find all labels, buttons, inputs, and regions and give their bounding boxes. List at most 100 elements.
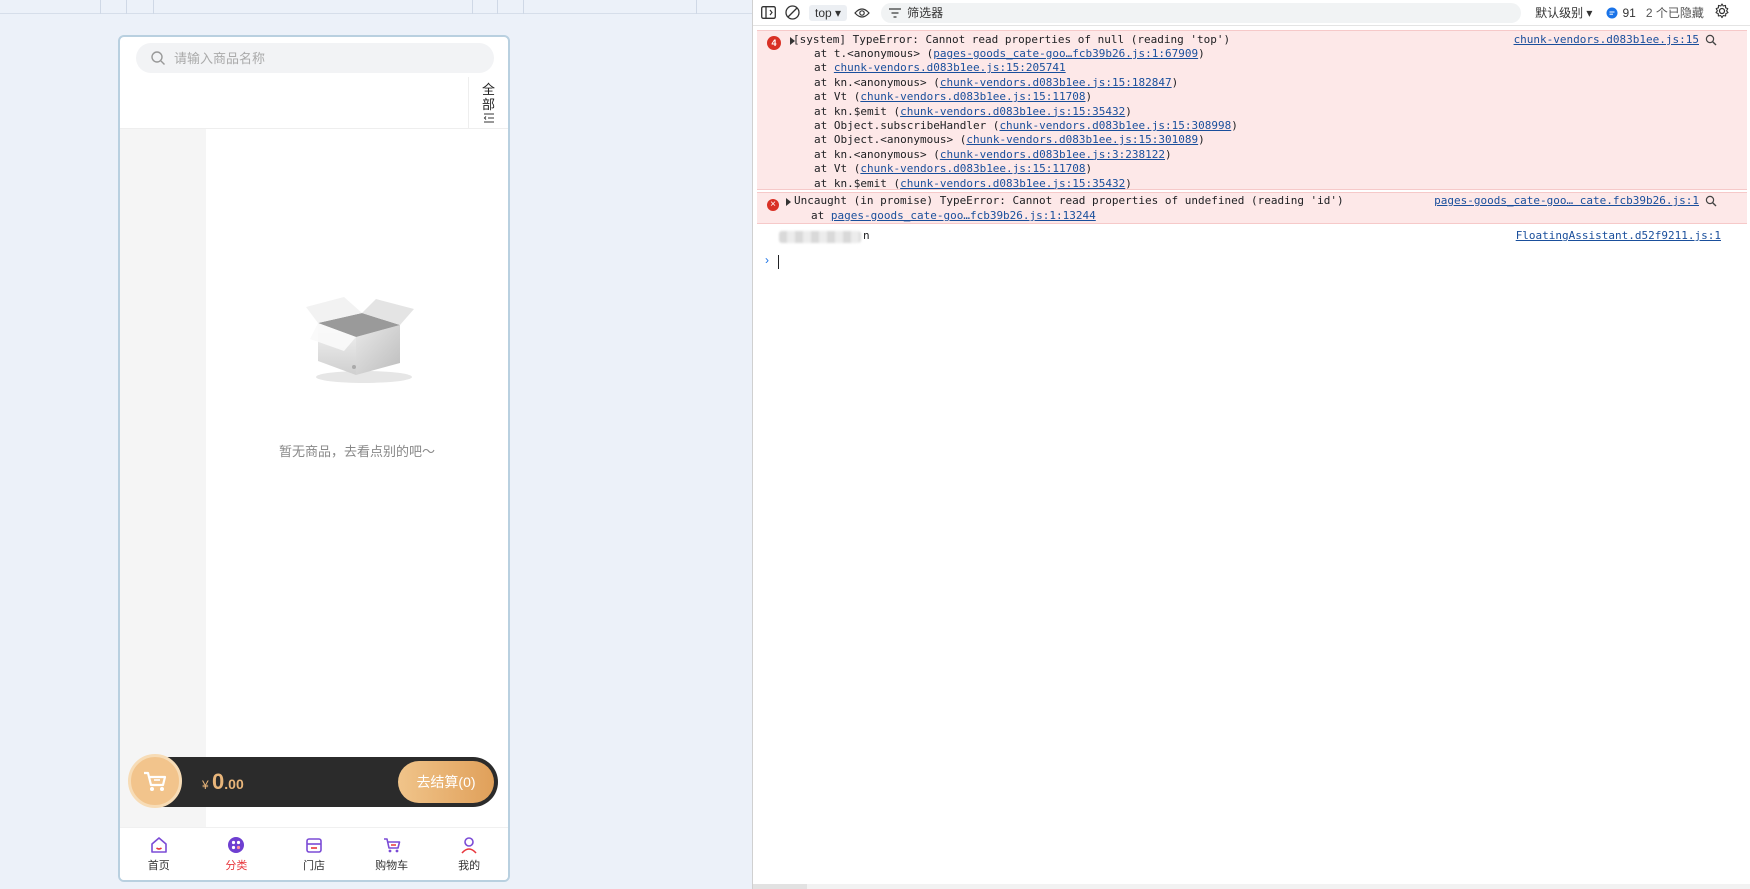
log-level-select[interactable]: 默认级别 ▾ — [1535, 4, 1592, 21]
issues-counter[interactable]: 91 — [1606, 5, 1636, 20]
sidebar-icon — [760, 6, 776, 19]
stack-link[interactable]: chunk-vendors.d083b1ee.js:15:308998 — [999, 119, 1231, 132]
cart-icon — [383, 838, 400, 853]
search-bar[interactable] — [136, 43, 494, 73]
all-toggle-char: 全 — [481, 82, 495, 97]
live-expression-button[interactable] — [853, 4, 871, 22]
toggle-sidebar-button[interactable] — [759, 4, 777, 22]
console-error-group: 4 [system] TypeError: Cannot read proper… — [757, 30, 1747, 190]
tab-category[interactable]: 分类 — [198, 828, 276, 880]
all-categories-toggle[interactable]: 全 部 — [468, 77, 508, 129]
stack-suffix: ) — [1231, 119, 1238, 133]
error-source-link[interactable]: pages-goods_cate-goo… cate.fcb39b26.js:1 — [1434, 194, 1699, 207]
search-icon — [151, 51, 165, 65]
horizontal-scrollbar[interactable] — [753, 884, 1750, 889]
top-ruler — [0, 0, 752, 14]
category-icon — [228, 837, 245, 853]
stack-link[interactable]: chunk-vendors.d083b1ee.js:15:11708 — [860, 162, 1085, 175]
stack-line: at chunk-vendors.d083b1ee.js:15:205741 — [814, 61, 1238, 75]
tab-store[interactable]: 门店 — [275, 828, 353, 880]
empty-message: 暂无商品，去看点别的吧～ — [278, 444, 435, 459]
console-error: × Uncaught (in promise) TypeError: Canno… — [757, 192, 1747, 224]
stack-link[interactable]: chunk-vendors.d083b1ee.js:15:35432 — [900, 177, 1125, 190]
stack-link[interactable]: chunk-vendors.d083b1ee.js:15:205741 — [834, 61, 1066, 74]
stack-link[interactable]: chunk-vendors.d083b1ee.js:15:182847 — [940, 76, 1172, 89]
tab-label: 我的 — [458, 860, 481, 872]
search-icon[interactable] — [1705, 34, 1717, 46]
currency-symbol: ¥ — [202, 778, 209, 792]
stack-link[interactable]: chunk-vendors.d083b1ee.js:15:11708 — [860, 90, 1085, 103]
error-source-link[interactable]: chunk-vendors.d083b1ee.js:15 — [1514, 33, 1699, 46]
settings-button[interactable] — [1714, 3, 1730, 22]
console-log: n FloatingAssistant.d52f9211.js:1 — [779, 229, 1739, 245]
tab-label: 购物车 — [375, 860, 409, 872]
stack-suffix: ) — [1171, 75, 1179, 89]
stack-line: at pages-goods_cate-goo…fcb39b26.js:1:13… — [811, 209, 1096, 222]
stack-link[interactable]: chunk-vendors.d083b1ee.js:15:35432 — [900, 105, 1125, 118]
log-source-link[interactable]: FloatingAssistant.d52f9211.js:1 — [1516, 229, 1721, 242]
tab-cart[interactable]: 购物车 — [353, 828, 431, 880]
stack-suffix: ) — [1198, 47, 1205, 60]
stack-line: at kn.$emit (chunk-vendors.d083b1ee.js:1… — [814, 177, 1238, 191]
stack-prefix: at — [814, 61, 834, 75]
log-message: n — [863, 229, 870, 242]
preview-area: 全 部 暂无商品，去看点别的吧～ — [0, 0, 752, 889]
stack-line: at t.<anonymous> (pages-goods_cate-goo…f… — [814, 47, 1238, 61]
log-level-value: 默认级别 — [1535, 6, 1584, 20]
category-tabs: 全 部 — [120, 77, 508, 129]
search-icon[interactable] — [1705, 195, 1717, 207]
tab-label: 分类 — [225, 860, 248, 872]
tab-mine[interactable]: 我的 — [430, 828, 508, 880]
gear-icon — [1715, 3, 1729, 19]
stack-suffix: ) — [1165, 147, 1172, 161]
expand-caret-icon[interactable] — [786, 198, 791, 206]
clear-console-button[interactable] — [783, 4, 801, 22]
stack-link[interactable]: pages-goods_cate-goo…fcb39b26.js:1:67909 — [933, 47, 1198, 60]
empty-state: 暂无商品，去看点别的吧～ — [206, 129, 508, 779]
issues-count: 91 — [1622, 5, 1636, 20]
hidden-count: 2 个已隐藏 — [1645, 6, 1704, 20]
shopping-cart-icon — [144, 771, 167, 791]
stack-link[interactable]: chunk-vendors.d083b1ee.js:15:301089 — [966, 133, 1198, 146]
tab-label: 门店 — [302, 860, 325, 872]
stack-prefix: at kn.<anonymous> ( — [814, 75, 940, 89]
stack-prefix: at kn.<anonymous> ( — [814, 147, 940, 161]
stack-line: at Vt (chunk-vendors.d083b1ee.js:15:1170… — [814, 90, 1238, 104]
bottom-tab-bar: 首页 分类 门店 购物车 我的 — [120, 827, 508, 880]
console-toolbar: top ▾ 默认级别 ▾ 91 2 个已隐藏 — [753, 0, 1750, 26]
checkout-button[interactable]: 去结算(0) — [398, 761, 494, 803]
error-icon: × — [767, 199, 779, 211]
stack-line: at kn.<anonymous> (chunk-vendors.d083b1e… — [814, 76, 1238, 90]
stack-link[interactable]: chunk-vendors.d083b1ee.js:3:238122 — [940, 148, 1165, 161]
tab-label: 首页 — [147, 860, 170, 872]
cart-button[interactable] — [128, 754, 182, 808]
context-select[interactable]: top ▾ — [809, 4, 848, 21]
prompt-chevron-icon: › — [765, 253, 769, 267]
user-icon — [461, 837, 477, 854]
filter-box[interactable] — [881, 2, 1522, 23]
eye-icon — [854, 7, 870, 18]
empty-box-icon — [306, 297, 414, 383]
phone-frame: 全 部 暂无商品，去看点别的吧～ — [118, 35, 510, 882]
console-input-cursor[interactable] — [778, 255, 779, 269]
stack-prefix: at kn.$emit ( — [814, 104, 901, 118]
stack-prefix: at kn.$emit ( — [814, 176, 901, 190]
message-icon — [1606, 7, 1618, 18]
stack-line: at Vt (chunk-vendors.d083b1ee.js:15:1170… — [814, 162, 1238, 176]
search-input[interactable] — [174, 50, 474, 66]
clear-icon — [784, 5, 800, 20]
cart-bar: ¥ 0.00 去结算(0) — [128, 754, 498, 808]
filter-icon — [889, 7, 902, 18]
stack-prefix: at Object.subscribeHandler ( — [814, 119, 1000, 133]
stack-suffix: ) — [1198, 133, 1205, 147]
cart-total-price: ¥ 0.00 — [202, 769, 244, 795]
tab-home[interactable]: 首页 — [120, 828, 198, 880]
redacted-text — [779, 231, 861, 243]
stack-link[interactable]: pages-goods_cate-goo…fcb39b26.js:1:13244 — [831, 209, 1096, 222]
price-decimal: .00 — [224, 776, 244, 792]
filter-input[interactable] — [907, 5, 1488, 20]
stack-suffix: ) — [1085, 90, 1093, 104]
side-category-list — [120, 129, 206, 829]
stack-line: at Object.<anonymous> (chunk-vendors.d08… — [814, 133, 1238, 147]
store-icon — [306, 838, 322, 853]
